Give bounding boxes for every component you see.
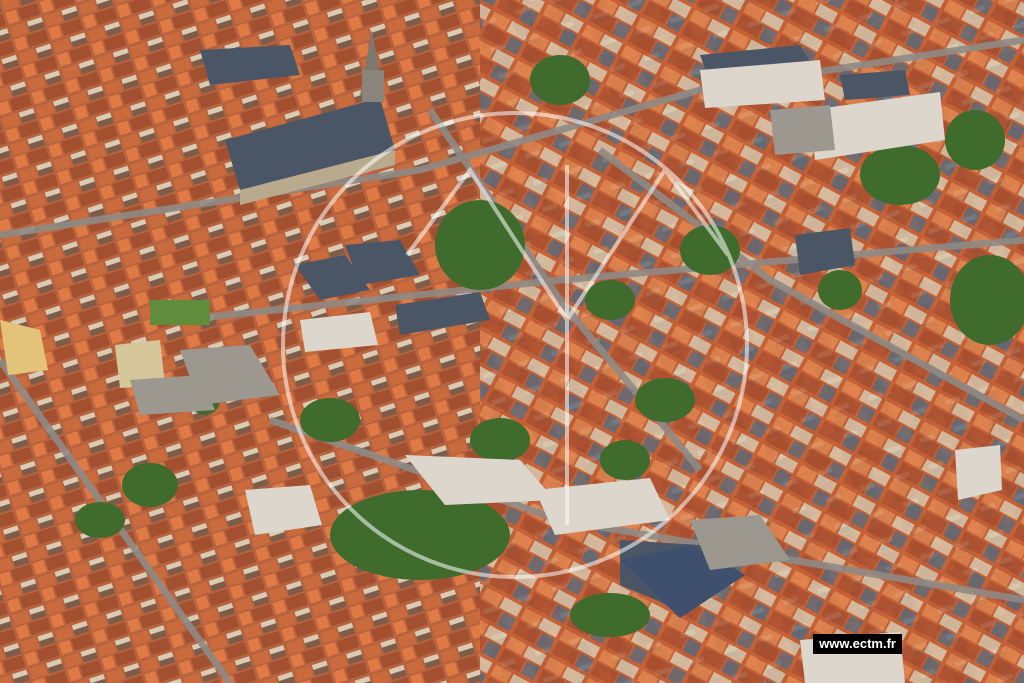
credit-watermark: www.ectm.fr	[813, 634, 902, 654]
aerial-photo	[0, 0, 1024, 683]
